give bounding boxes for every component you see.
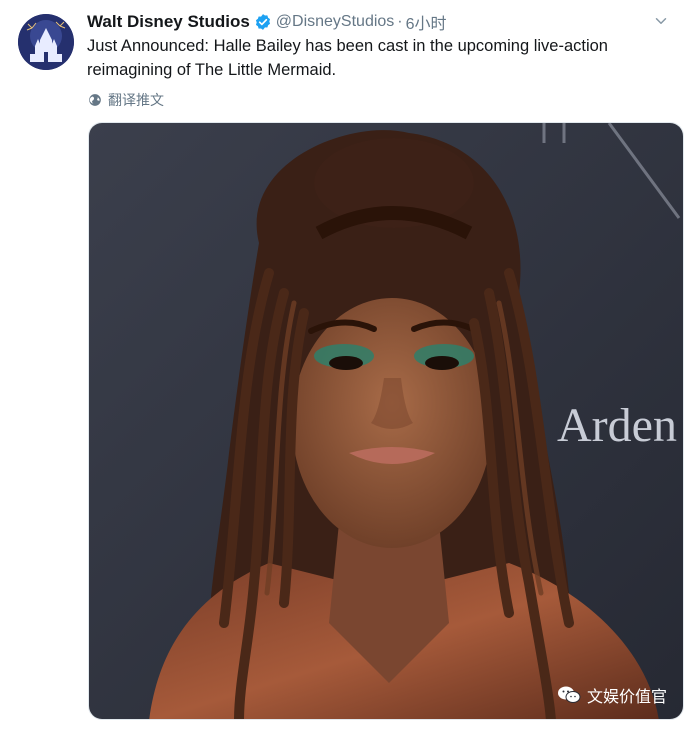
globe-icon [89, 94, 101, 106]
verified-badge-icon [255, 14, 270, 30]
chevron-down-icon[interactable] [652, 12, 670, 30]
tweet-header: Walt Disney Studios @DisneyStudios · 6小时 [87, 10, 670, 34]
tweet-text: Just Announced: Halle Bailey has been ca… [87, 37, 608, 79]
avatar[interactable] [18, 14, 74, 70]
tweet: Walt Disney Studios @DisneyStudios · 6小时… [0, 0, 690, 731]
watermark-text: 文娱价值官 [586, 689, 667, 706]
disney-castle-icon [18, 14, 74, 70]
tweet-photo[interactable]: Arden 文娱价值官 [88, 122, 684, 720]
photo-image: Arden [89, 123, 683, 719]
translate-label: 翻译推文 [108, 92, 164, 108]
timestamp[interactable]: 6小时 [406, 10, 447, 34]
watermark: 文娱价值官 [557, 683, 667, 707]
wechat-icon [557, 686, 581, 703]
display-name[interactable]: Walt Disney Studios [87, 12, 250, 32]
separator-dot: · [397, 13, 403, 30]
translate-tweet-link[interactable]: 翻译推文 [88, 90, 164, 110]
user-handle[interactable]: @DisneyStudios [276, 13, 395, 31]
backdrop-text: Arden [557, 399, 677, 452]
